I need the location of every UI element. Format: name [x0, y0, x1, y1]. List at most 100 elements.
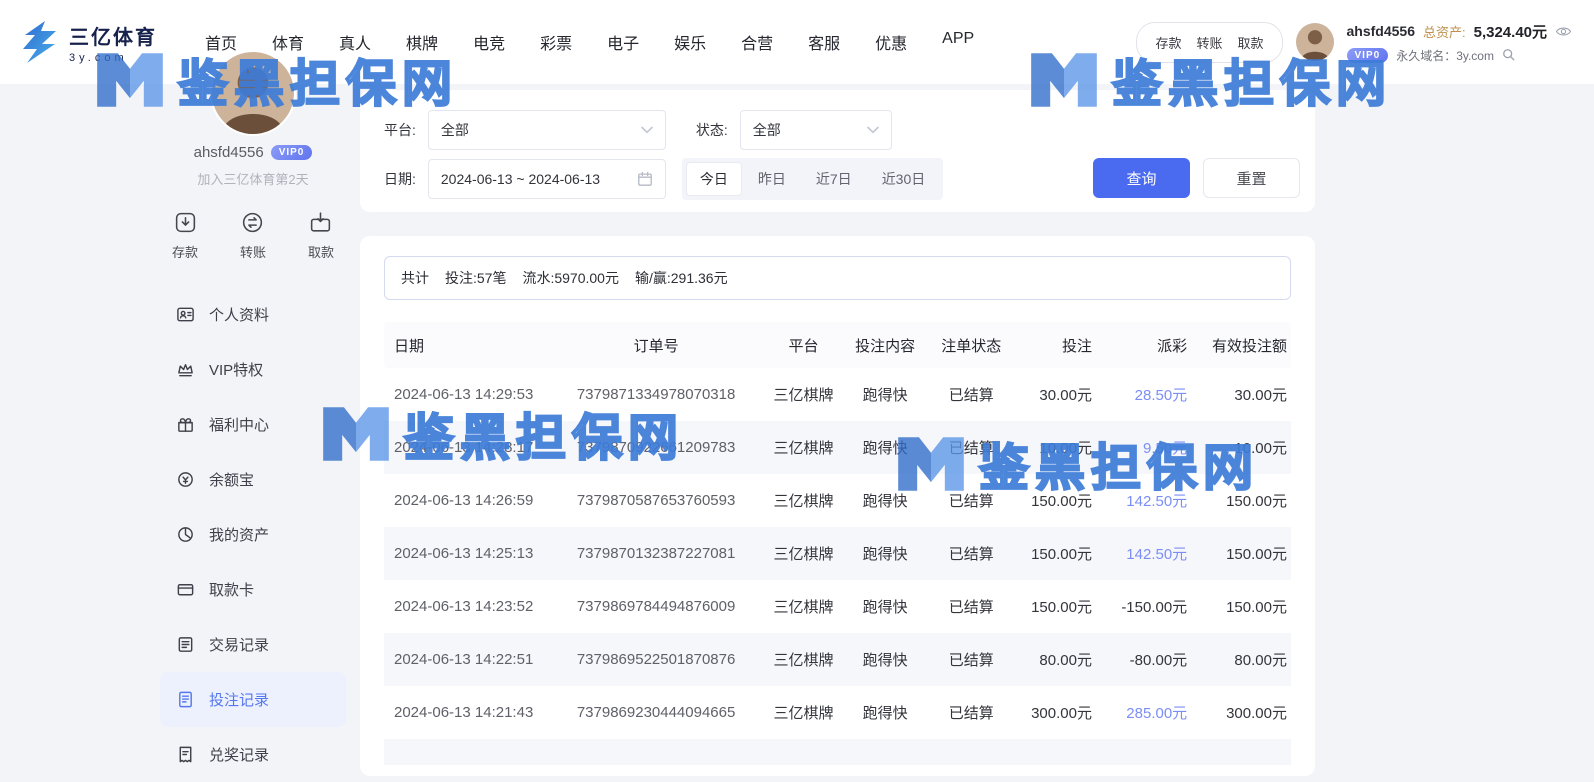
cell-date: 2024-06-13 14:21:43: [384, 704, 547, 721]
summary-prefix: 共计: [401, 268, 429, 288]
table-row: 2024-06-13 14:23:52 7379869784494876009 …: [384, 580, 1291, 633]
cell-payout: 28.50元: [1096, 384, 1191, 405]
eye-icon[interactable]: [1555, 23, 1572, 40]
cell-content: 跑得快: [842, 702, 928, 723]
cell-order: 7379869522501870876: [547, 651, 765, 668]
table-row: 2024-06-13 14:26:59 7379870587653760593 …: [384, 474, 1291, 527]
nav-item-joint[interactable]: 合营: [741, 30, 773, 54]
cell-order: 7379869230444094665: [547, 704, 765, 721]
sidebar-item-transactions[interactable]: 交易记录: [160, 617, 346, 672]
sidebar-item-vip[interactable]: VIP特权: [160, 342, 346, 397]
cell-content: 跑得快: [842, 437, 928, 458]
search-icon[interactable]: [1502, 48, 1516, 62]
nav-item-promo[interactable]: 优惠: [875, 30, 907, 54]
deposit-icon: [173, 210, 198, 235]
cell-platform: 三亿棋牌: [765, 543, 842, 564]
cell-bet: 150.00元: [1014, 490, 1096, 511]
sidebar-item-redeem-records[interactable]: 兑奖记录: [160, 727, 346, 782]
summary-bar: 共计 投注:57笔 流水:5970.00元 输/赢:291.36元: [384, 256, 1291, 300]
header-status: 注单状态: [928, 335, 1014, 356]
nav-item-slots[interactable]: 电子: [607, 30, 639, 54]
sidebar-item-bet-records[interactable]: 投注记录: [160, 672, 346, 727]
sidebar-item-yuebao[interactable]: 余额宝: [160, 452, 346, 507]
table-header: 日期 订单号 平台 投注内容 注单状态 投注 派彩 有效投注额: [384, 322, 1291, 368]
sidebar-item-assets[interactable]: 我的资产: [160, 507, 346, 562]
cell-bet: 150.00元: [1014, 596, 1096, 617]
quick-range-7days[interactable]: 近7日: [802, 162, 866, 196]
reset-button[interactable]: 重置: [1203, 158, 1300, 198]
cell-platform: 三亿棋牌: [765, 649, 842, 670]
sidebar-item-label: 福利中心: [209, 414, 269, 435]
chevron-down-icon: [641, 126, 653, 134]
filter-row-2: 日期: 2024-06-13 ~ 2024-06-13 今日 昨日 近7日 近3…: [384, 158, 943, 200]
quick-range-yesterday[interactable]: 昨日: [744, 162, 800, 196]
assets-label: 总资产:: [1423, 22, 1466, 41]
sidebar-item-withdraw-card[interactable]: 取款卡: [160, 562, 346, 617]
cell-status: 已结算: [928, 702, 1014, 723]
cell-status: 已结算: [928, 543, 1014, 564]
cell-valid: 300.00元: [1191, 702, 1291, 723]
deposit-link[interactable]: 存款: [1155, 33, 1181, 52]
cell-order: 7379869784494876009: [547, 598, 765, 615]
nav-item-home[interactable]: 首页: [205, 30, 237, 54]
avatar-image: [212, 52, 294, 134]
nav-item-service[interactable]: 客服: [808, 30, 840, 54]
avatar-image: [1296, 23, 1334, 61]
nav-item-chess[interactable]: 棋牌: [406, 30, 438, 54]
cell-order: 7379870922661209783: [547, 439, 765, 456]
platform-label: 平台:: [384, 120, 416, 140]
nav-item-entertainment[interactable]: 娱乐: [674, 30, 706, 54]
vip-badge: VIP0: [1347, 48, 1389, 63]
platform-select-value: 全部: [441, 120, 469, 140]
nav-item-live[interactable]: 真人: [339, 30, 371, 54]
summary-turnover: 流水:5970.00元: [522, 268, 619, 288]
sidebar-item-profile[interactable]: 个人资料: [160, 287, 346, 342]
nav-item-app[interactable]: APP: [942, 30, 974, 54]
platform-select[interactable]: 全部: [428, 110, 666, 150]
sidebar-menu: 个人资料 VIP特权 福利中心 余额宝: [160, 287, 346, 782]
quick-action-transfer[interactable]: 转账: [240, 210, 266, 261]
cell-date: 2024-06-13 14:22:51: [384, 651, 547, 668]
quick-action-deposit[interactable]: 存款: [172, 210, 198, 261]
cell-status: 已结算: [928, 596, 1014, 617]
date-range-picker[interactable]: 2024-06-13 ~ 2024-06-13: [428, 159, 666, 199]
header-payout: 派彩: [1096, 335, 1191, 356]
nav-item-esports[interactable]: 电竞: [473, 30, 505, 54]
header-bet: 投注: [1014, 335, 1096, 356]
wallet-actions-pill: 存款 转账 取款: [1136, 22, 1282, 63]
filter-panel: 平台: 全部 状态: 全部 日期: 2024-06-13 ~ 2024-06-1…: [360, 90, 1315, 212]
withdraw-icon: [308, 210, 333, 235]
quick-range-30days[interactable]: 近30日: [868, 162, 940, 196]
transfer-link[interactable]: 转账: [1196, 33, 1222, 52]
user-avatar[interactable]: [1296, 23, 1334, 61]
cell-platform: 三亿棋牌: [765, 596, 842, 617]
chevron-down-icon: [867, 126, 879, 134]
status-select[interactable]: 全部: [740, 110, 892, 150]
cell-payout: 142.50元: [1096, 490, 1191, 511]
cell-content: 跑得快: [842, 543, 928, 564]
cell-content: 跑得快: [842, 490, 928, 511]
assets-value: 5,324.40元: [1474, 21, 1547, 42]
sidebar-quick-actions: 存款 转账 取款: [160, 210, 346, 261]
quick-action-label: 转账: [240, 242, 266, 261]
status-label: 状态:: [696, 120, 728, 140]
cell-valid: 150.00元: [1191, 490, 1291, 511]
sidebar-item-welfare[interactable]: 福利中心: [160, 397, 346, 452]
cell-bet: 10.00元: [1014, 437, 1096, 458]
sidebar-item-label: 余额宝: [209, 469, 254, 490]
quick-range-today[interactable]: 今日: [686, 162, 742, 196]
brand-logo[interactable]: 三亿体育 3y.com: [20, 20, 157, 64]
cell-bet: 150.00元: [1014, 543, 1096, 564]
cell-date: 2024-06-13 14:26:59: [384, 492, 547, 509]
cell-status: 已结算: [928, 490, 1014, 511]
bank-card-icon: [176, 580, 195, 599]
nav-item-lottery[interactable]: 彩票: [540, 30, 572, 54]
sidebar-item-label: 投注记录: [209, 689, 269, 710]
nav-item-sports[interactable]: 体育: [272, 30, 304, 54]
search-button[interactable]: 查询: [1093, 158, 1190, 198]
sidebar-item-label: VIP特权: [209, 359, 263, 380]
redeem-ticket-icon: [176, 745, 195, 764]
cell-platform: 三亿棋牌: [765, 490, 842, 511]
quick-action-withdraw[interactable]: 取款: [308, 210, 334, 261]
withdraw-link[interactable]: 取款: [1237, 33, 1263, 52]
